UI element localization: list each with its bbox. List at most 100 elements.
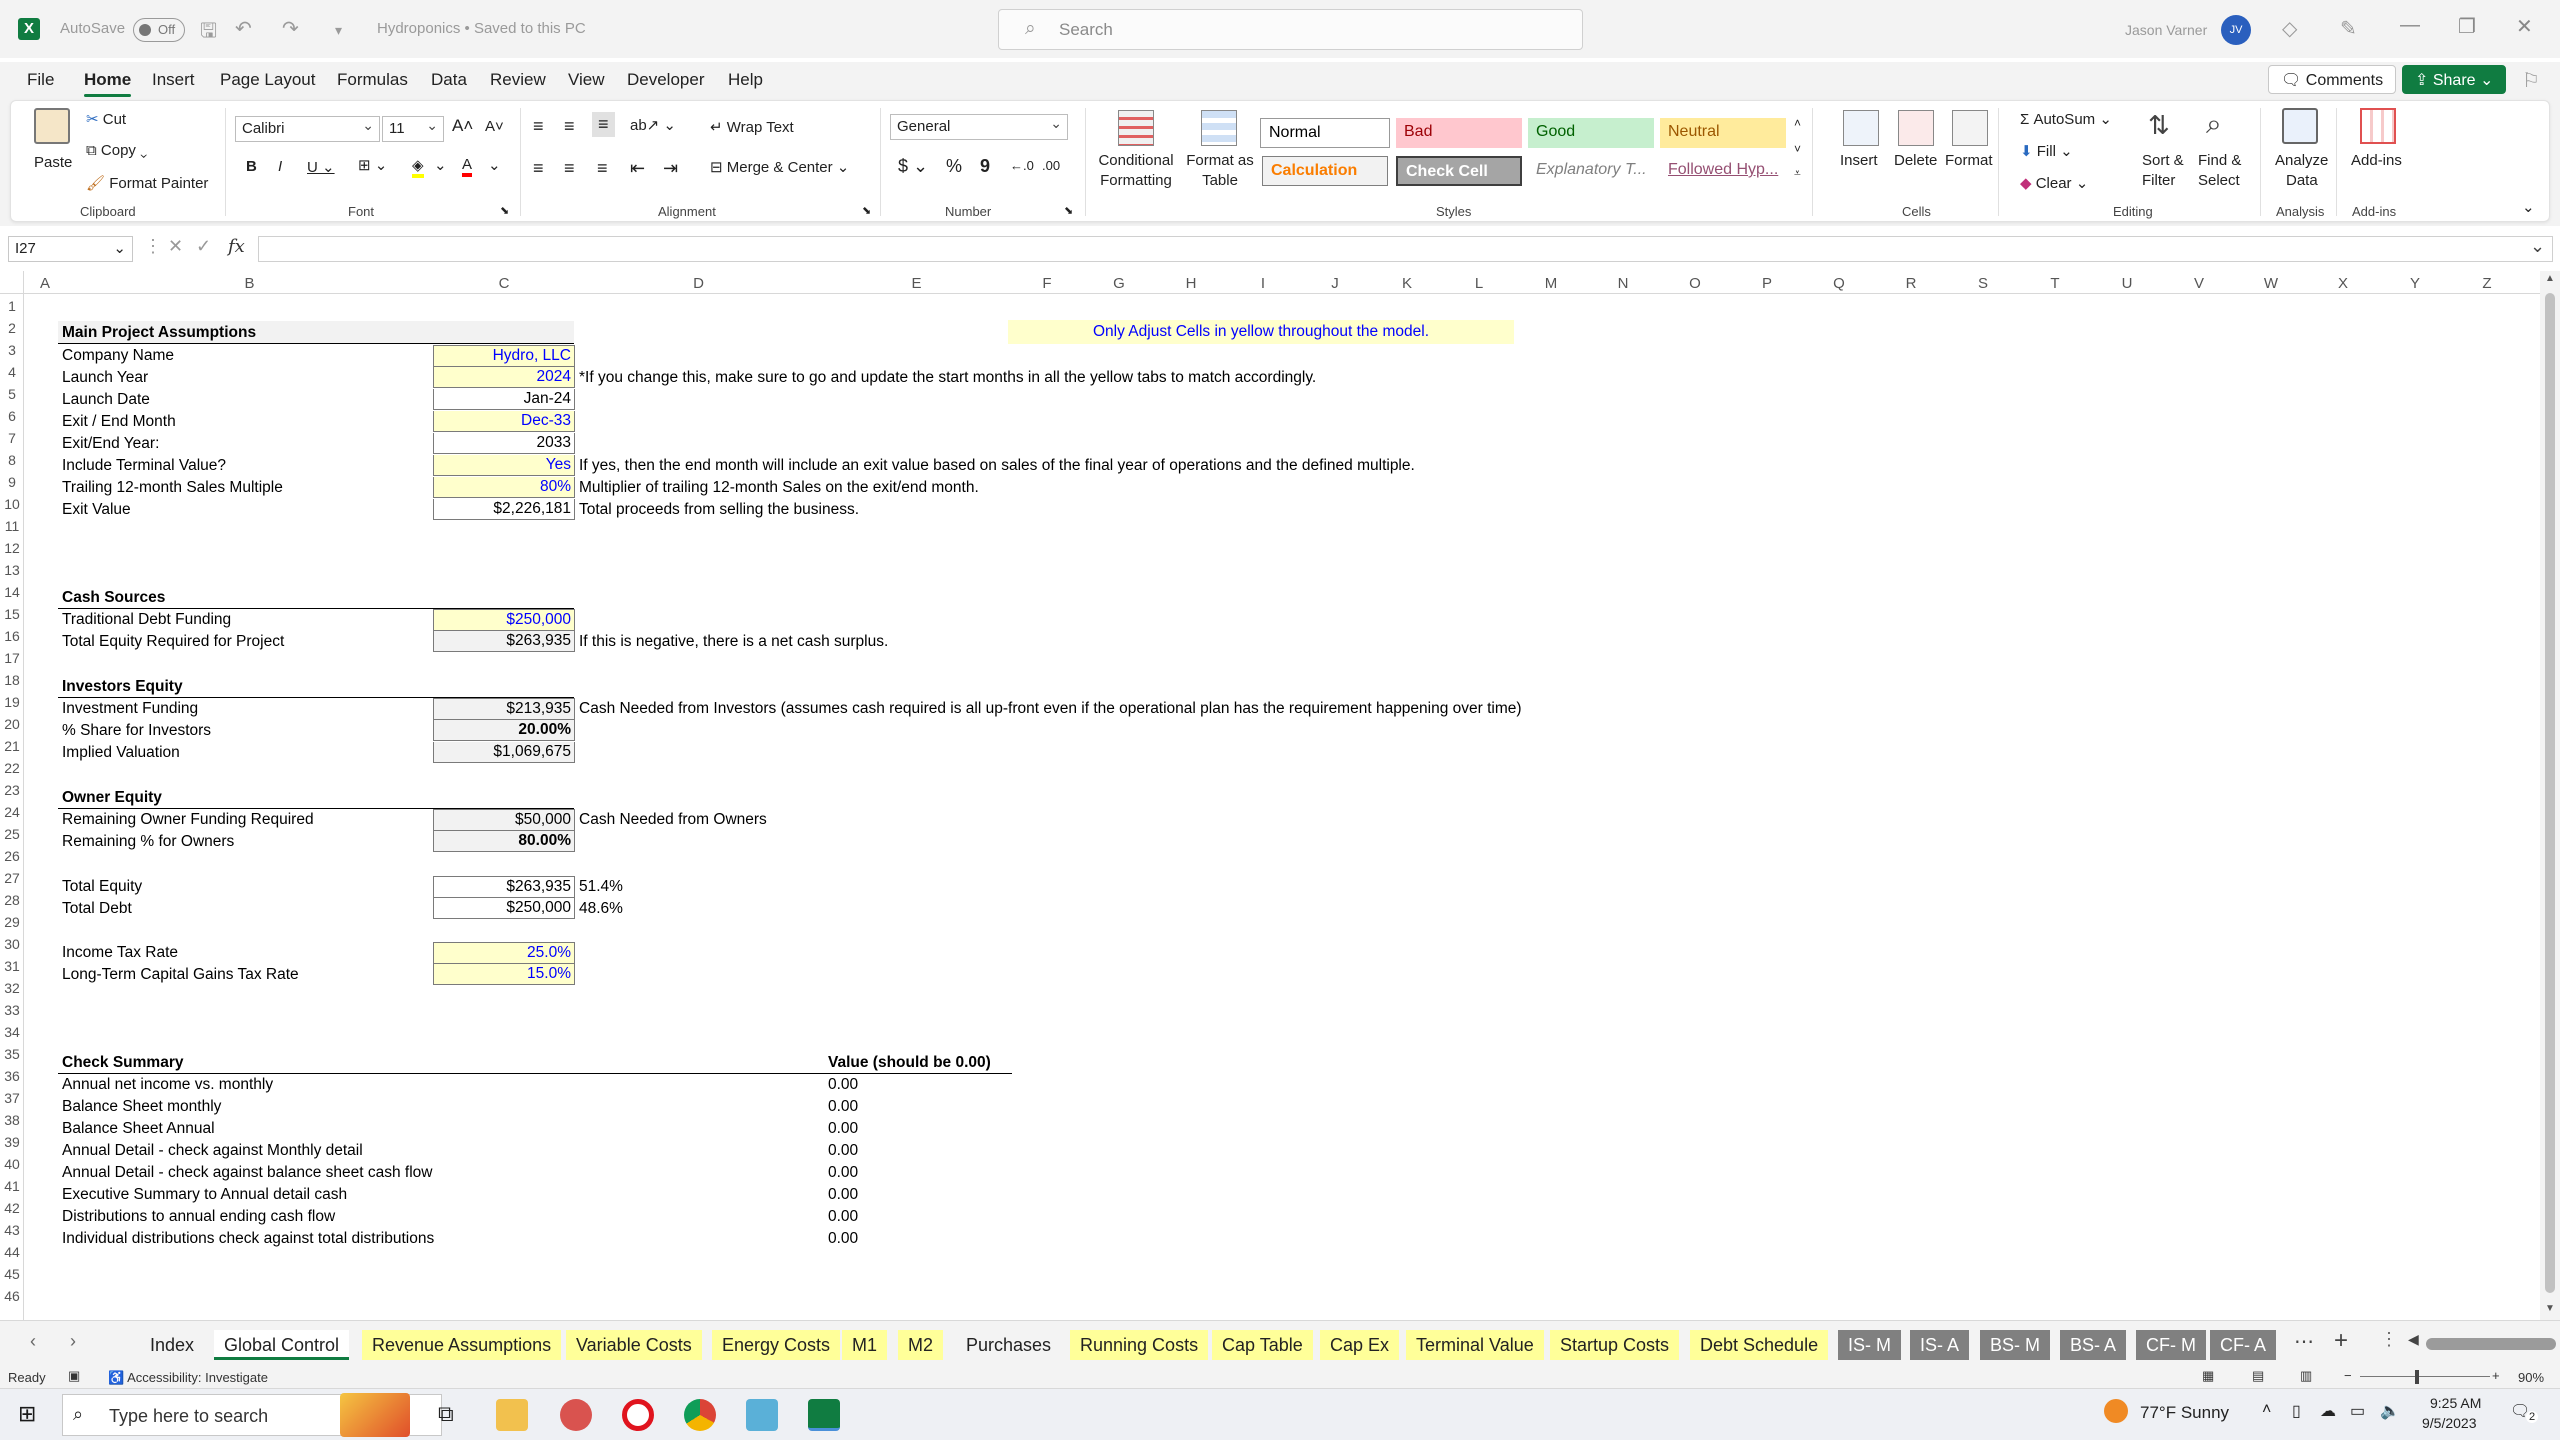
check-value[interactable]: 0.00 — [828, 1185, 858, 1205]
align-right-icon[interactable]: ≡ — [597, 158, 608, 179]
column-header[interactable]: W — [2235, 275, 2307, 292]
row-header[interactable]: 9 — [0, 474, 24, 490]
format-cells-button[interactable]: Format — [1945, 152, 1993, 169]
row-header[interactable]: 6 — [0, 408, 24, 424]
align-bottom-icon[interactable]: ≡ — [592, 112, 615, 137]
italic-icon[interactable]: I — [278, 158, 282, 175]
enter-icon[interactable]: ✓ — [196, 236, 211, 257]
row-header[interactable]: 40 — [0, 1156, 24, 1172]
fill-button[interactable]: ⬇ Fill ⌄ — [2020, 142, 2073, 160]
total-debt-cell[interactable]: $250,000 — [433, 898, 575, 919]
row-header[interactable]: 26 — [0, 848, 24, 864]
minimize-icon[interactable]: — — [2400, 14, 2420, 37]
style-calculation[interactable]: Calculation — [1262, 156, 1388, 186]
tray-icon[interactable]: ▯ — [2292, 1401, 2301, 1421]
save-icon[interactable]: 🖫 — [200, 16, 217, 50]
sheet-tab[interactable]: Revenue Assumptions — [362, 1330, 562, 1360]
row-header[interactable]: 24 — [0, 804, 24, 820]
document-title[interactable]: Hydroponics • Saved to this PC — [377, 20, 586, 37]
row-header[interactable]: 25 — [0, 826, 24, 842]
tab-data[interactable]: Data — [431, 70, 467, 90]
row-header[interactable]: 34 — [0, 1024, 24, 1040]
column-header[interactable]: V — [2163, 275, 2235, 292]
bold-icon[interactable]: B — [246, 158, 257, 175]
row-header[interactable]: 22 — [0, 760, 24, 776]
total-debt-percent[interactable]: 48.6% — [579, 899, 623, 919]
styles-scroll-down-icon[interactable]: ˅ — [1794, 142, 1801, 156]
sheet-tab[interactable]: IS- M — [1838, 1330, 1901, 1360]
row-header[interactable]: 35 — [0, 1046, 24, 1062]
column-header[interactable]: X — [2307, 275, 2379, 292]
excel-taskbar-icon[interactable] — [808, 1399, 840, 1431]
launch-year-cell[interactable]: 2024 — [433, 367, 575, 388]
column-header[interactable]: T — [2019, 275, 2091, 292]
column-header[interactable]: Q — [1803, 275, 1875, 292]
sheet-tab[interactable]: Index — [140, 1330, 204, 1360]
style-neutral[interactable]: Neutral — [1660, 118, 1786, 148]
column-header[interactable]: O — [1659, 275, 1731, 292]
file-explorer-icon[interactable] — [496, 1399, 528, 1431]
column-header[interactable]: R — [1875, 275, 1947, 292]
row-header[interactable]: 14 — [0, 584, 24, 600]
column-header[interactable]: S — [1947, 275, 2019, 292]
sheet-tab[interactable]: M1 — [842, 1330, 888, 1360]
format-cells-icon[interactable] — [1952, 110, 1988, 146]
row-header[interactable]: 37 — [0, 1090, 24, 1106]
grow-font-icon[interactable]: A˄ — [452, 116, 473, 136]
column-header[interactable]: H — [1155, 275, 1227, 292]
row-header[interactable]: 17 — [0, 650, 24, 666]
owner-funding-cell[interactable]: $50,000 — [433, 809, 575, 831]
decrease-indent-icon[interactable]: ⇤ — [630, 158, 645, 179]
debt-funding-cell[interactable]: $250,000 — [433, 609, 575, 631]
select-all-corner[interactable] — [0, 271, 24, 294]
zoom-in-icon[interactable]: + — [2492, 1368, 2500, 1383]
cancel-icon[interactable]: ✕ — [168, 236, 183, 257]
sheet-tab[interactable]: CF- M — [2136, 1330, 2206, 1360]
accessibility-status[interactable]: ♿ Accessibility: Investigate — [108, 1370, 268, 1386]
tab-formulas[interactable]: Formulas — [337, 70, 408, 90]
autosum-button[interactable]: Σ AutoSum ⌄ — [2020, 110, 2112, 128]
row-header[interactable]: 5 — [0, 386, 24, 402]
add-ins-button[interactable]: Add-ins — [2351, 152, 2402, 169]
row-header[interactable]: 4 — [0, 364, 24, 380]
weather-text[interactable]: 77°F Sunny — [2140, 1403, 2229, 1423]
owner-percent-cell[interactable]: 80.00% — [433, 831, 575, 852]
clear-button[interactable]: ◆ Clear ⌄ — [2020, 174, 2088, 192]
column-header[interactable]: Z — [2451, 275, 2523, 292]
add-ins-icon[interactable] — [2360, 108, 2396, 144]
row-header[interactable]: 15 — [0, 606, 24, 622]
sheet-tab[interactable]: Global Control — [214, 1330, 350, 1360]
search-highlight-icon[interactable] — [340, 1393, 410, 1437]
investor-share-cell[interactable]: 20.00% — [433, 720, 575, 741]
format-as-table-button[interactable]: Format as — [1180, 152, 1260, 169]
row-header[interactable]: 3 — [0, 342, 24, 358]
wrap-text-button[interactable]: ↵ Wrap Text — [710, 118, 794, 136]
analyze-data-icon[interactable] — [2282, 108, 2318, 144]
sheet-tab[interactable]: CF- A — [2210, 1330, 2277, 1360]
tab-review[interactable]: Review — [490, 70, 546, 90]
check-value[interactable]: 0.00 — [828, 1163, 858, 1183]
shrink-font-icon[interactable]: A˅ — [485, 118, 504, 135]
row-header[interactable]: 38 — [0, 1112, 24, 1128]
page-layout-view-icon[interactable]: ▤ — [2252, 1368, 2264, 1384]
row-header[interactable]: 28 — [0, 892, 24, 908]
row-header[interactable]: 30 — [0, 936, 24, 952]
sheet-tab[interactable]: Variable Costs — [566, 1330, 702, 1360]
zoom-slider[interactable] — [2360, 1376, 2490, 1377]
column-header[interactable]: K — [1371, 275, 1443, 292]
increase-decimal-icon[interactable]: ←.0 — [1010, 158, 1034, 173]
row-header[interactable]: 16 — [0, 628, 24, 644]
sheet-tab[interactable]: Purchases — [956, 1330, 1061, 1360]
column-header[interactable]: E — [822, 275, 1011, 292]
hscroll-left-icon[interactable]: ◀ — [2408, 1331, 2419, 1348]
style-followed-hyperlink[interactable]: Followed Hyp... — [1660, 156, 1786, 186]
sheet-tab[interactable]: Startup Costs — [1550, 1330, 1680, 1360]
fill-color-icon[interactable]: ◈ — [412, 156, 424, 178]
row-header[interactable]: 29 — [0, 914, 24, 930]
sheet-tab[interactable]: BS- A — [2060, 1330, 2127, 1360]
sheet-tab[interactable]: Cap Table — [1212, 1330, 1313, 1360]
tab-developer[interactable]: Developer — [627, 70, 705, 90]
check-value[interactable]: 0.00 — [828, 1097, 858, 1117]
column-header[interactable]: A — [24, 275, 66, 292]
tab-file[interactable]: File — [27, 70, 54, 90]
